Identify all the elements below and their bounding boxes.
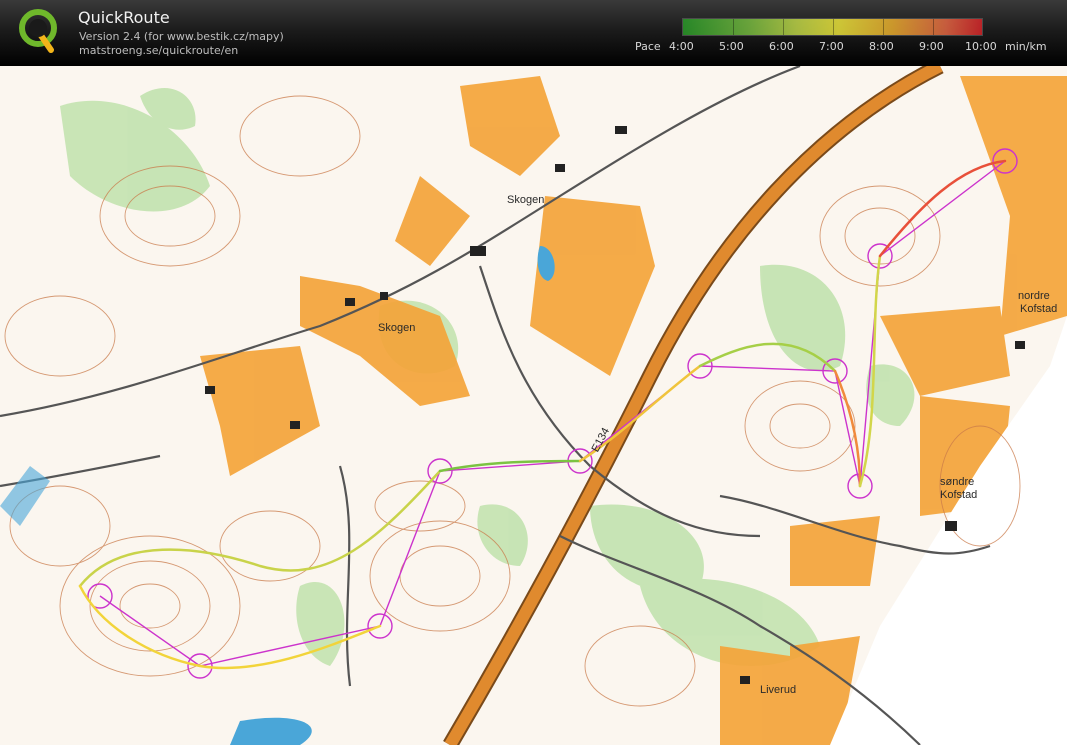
map-label-skogen: Skogen <box>378 322 416 334</box>
pace-label: Pace <box>635 40 661 53</box>
pace-tick-label: 7:00 <box>819 40 844 53</box>
app-url: matstroeng.se/quickroute/en <box>79 44 239 57</box>
pace-tick-label: 4:00 <box>669 40 694 53</box>
pace-gradient-bar <box>682 18 983 36</box>
map-label-liverud: Liverud <box>760 684 797 696</box>
map-label-nordre: nordre <box>1018 290 1050 302</box>
pace-tick-label: 9:00 <box>919 40 944 53</box>
app-header: QuickRoute Version 2.4 (for www.bestik.c… <box>0 0 1067 66</box>
pace-unit: min/km <box>1005 40 1047 53</box>
pace-tick-label: 5:00 <box>719 40 744 53</box>
map-canvas[interactable] <box>0 66 1067 745</box>
quickroute-logo-icon <box>19 9 57 53</box>
orienteering-map[interactable]: Skogen Skogen E134 nordre Kofstad søndre… <box>0 66 1067 745</box>
pace-tick-label: 8:00 <box>869 40 894 53</box>
app-version: Version 2.4 (for www.bestik.cz/mapy) <box>79 30 284 43</box>
map-label-kofstad: Kofstad <box>1020 303 1058 315</box>
pace-tick-label: 10:00 <box>965 40 997 53</box>
map-label-skogen: Skogen <box>507 194 545 206</box>
pace-tick-label: 6:00 <box>769 40 794 53</box>
map-label-kofstad: Kofstad <box>940 489 978 501</box>
map-label-sondre: søndre <box>940 476 975 488</box>
app-title: QuickRoute <box>78 8 170 27</box>
